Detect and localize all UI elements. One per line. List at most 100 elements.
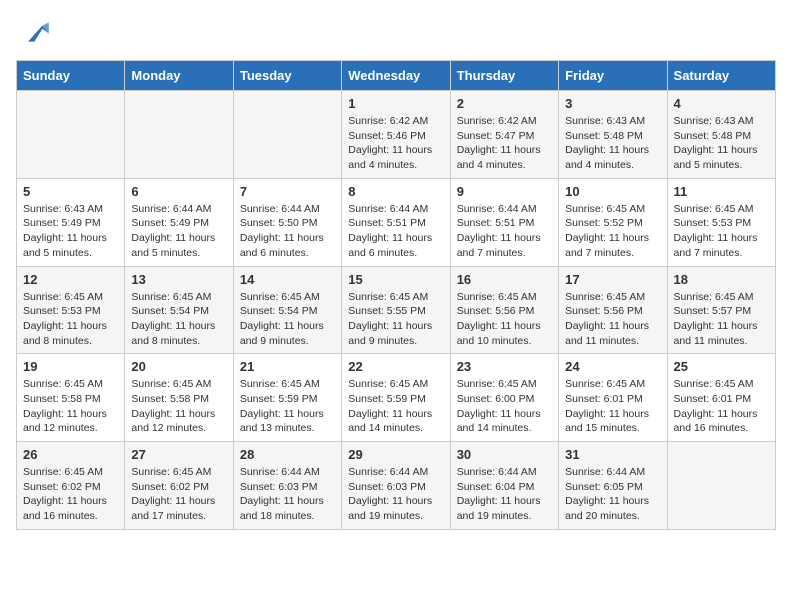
calendar-cell: 2Sunrise: 6:42 AM Sunset: 5:47 PM Daylig… (450, 91, 558, 179)
calendar-cell: 20 Sunrise: 6:45 AM Sunset: 5:58 PM Dayli… (125, 354, 233, 442)
calendar-cell: 8Sunrise: 6:44 AM Sunset: 5:51 PM Daylig… (342, 178, 450, 266)
day-content: Sunrise: 6:45 AM Sunset: 5:59 PM Dayligh… (348, 377, 443, 436)
day-content: Sunrise: 6:43 AM Sunset: 5:48 PM Dayligh… (565, 114, 660, 173)
day-number: 8 (348, 184, 443, 199)
day-number: 31 (565, 447, 660, 462)
calendar-cell: 19 Sunrise: 6:45 AM Sunset: 5:58 PM Dayli… (17, 354, 125, 442)
day-number: 15 (348, 272, 443, 287)
calendar-week-row: 12 Sunrise: 6:45 AM Sunset: 5:53 PM Dayli… (17, 266, 776, 354)
calendar-cell: 11 Sunrise: 6:45 AM Sunset: 5:53 PM Dayli… (667, 178, 775, 266)
calendar-cell: 18 Sunrise: 6:45 AM Sunset: 5:57 PM Dayli… (667, 266, 775, 354)
calendar-cell: 25Sunrise: 6:45 AM Sunset: 6:01 PM Dayli… (667, 354, 775, 442)
day-number: 1 (348, 96, 443, 111)
calendar-cell: 17 Sunrise: 6:45 AM Sunset: 5:56 PM Dayli… (559, 266, 667, 354)
day-header-monday: Monday (125, 61, 233, 91)
calendar-cell: 23Sunrise: 6:45 AM Sunset: 6:00 PM Dayli… (450, 354, 558, 442)
calendar-cell: 16 Sunrise: 6:45 AM Sunset: 5:56 PM Dayli… (450, 266, 558, 354)
day-number: 11 (674, 184, 769, 199)
day-content: Sunrise: 6:45 AM Sunset: 6:00 PM Dayligh… (457, 377, 552, 436)
calendar-cell: 6 Sunrise: 6:44 AM Sunset: 5:49 PM Daylig… (125, 178, 233, 266)
calendar-cell: 10 Sunrise: 6:45 AM Sunset: 5:52 PM Dayli… (559, 178, 667, 266)
calendar-cell: 4 Sunrise: 6:43 AM Sunset: 5:48 PM Daylig… (667, 91, 775, 179)
day-content: Sunrise: 6:45 AM Sunset: 5:52 PM Dayligh… (565, 202, 660, 261)
day-number: 10 (565, 184, 660, 199)
day-content: Sunrise: 6:44 AM Sunset: 6:04 PM Dayligh… (457, 465, 552, 524)
calendar-cell: 30 Sunrise: 6:44 AM Sunset: 6:04 PM Dayli… (450, 442, 558, 530)
day-content: Sunrise: 6:45 AM Sunset: 5:53 PM Dayligh… (674, 202, 769, 261)
logo-icon (20, 16, 52, 48)
day-content: Sunrise: 6:44 AM Sunset: 6:03 PM Dayligh… (348, 465, 443, 524)
day-number: 3 (565, 96, 660, 111)
logo (16, 16, 52, 48)
day-header-tuesday: Tuesday (233, 61, 341, 91)
calendar-cell (233, 91, 341, 179)
day-content: Sunrise: 6:43 AM Sunset: 5:49 PM Dayligh… (23, 202, 118, 261)
day-content: Sunrise: 6:45 AM Sunset: 5:56 PM Dayligh… (457, 290, 552, 349)
day-number: 25 (674, 359, 769, 374)
calendar-cell: 21 Sunrise: 6:45 AM Sunset: 5:59 PM Dayli… (233, 354, 341, 442)
day-header-sunday: Sunday (17, 61, 125, 91)
calendar-cell: 12 Sunrise: 6:45 AM Sunset: 5:53 PM Dayli… (17, 266, 125, 354)
calendar-cell: 26 Sunrise: 6:45 AM Sunset: 6:02 PM Dayli… (17, 442, 125, 530)
calendar-week-row: 26 Sunrise: 6:45 AM Sunset: 6:02 PM Dayli… (17, 442, 776, 530)
day-number: 5 (23, 184, 118, 199)
day-content: Sunrise: 6:45 AM Sunset: 5:55 PM Dayligh… (348, 290, 443, 349)
day-number: 26 (23, 447, 118, 462)
day-content: Sunrise: 6:45 AM Sunset: 5:53 PM Dayligh… (23, 290, 118, 349)
day-content: Sunrise: 6:45 AM Sunset: 6:02 PM Dayligh… (23, 465, 118, 524)
day-content: Sunrise: 6:44 AM Sunset: 5:49 PM Dayligh… (131, 202, 226, 261)
day-number: 7 (240, 184, 335, 199)
day-number: 6 (131, 184, 226, 199)
day-content: Sunrise: 6:44 AM Sunset: 5:50 PM Dayligh… (240, 202, 335, 261)
day-number: 14 (240, 272, 335, 287)
calendar-cell: 9Sunrise: 6:44 AM Sunset: 5:51 PM Daylig… (450, 178, 558, 266)
calendar-cell: 14Sunrise: 6:45 AM Sunset: 5:54 PM Dayli… (233, 266, 341, 354)
day-number: 16 (457, 272, 552, 287)
day-content: Sunrise: 6:45 AM Sunset: 5:56 PM Dayligh… (565, 290, 660, 349)
calendar-header-row: SundayMondayTuesdayWednesdayThursdayFrid… (17, 61, 776, 91)
day-number: 12 (23, 272, 118, 287)
day-content: Sunrise: 6:45 AM Sunset: 5:58 PM Dayligh… (131, 377, 226, 436)
calendar-cell: 5 Sunrise: 6:43 AM Sunset: 5:49 PM Daylig… (17, 178, 125, 266)
day-number: 20 (131, 359, 226, 374)
day-number: 18 (674, 272, 769, 287)
day-number: 28 (240, 447, 335, 462)
day-number: 2 (457, 96, 552, 111)
day-number: 29 (348, 447, 443, 462)
day-number: 9 (457, 184, 552, 199)
day-header-wednesday: Wednesday (342, 61, 450, 91)
day-header-friday: Friday (559, 61, 667, 91)
day-number: 24 (565, 359, 660, 374)
day-number: 30 (457, 447, 552, 462)
page-header (16, 16, 776, 48)
day-content: Sunrise: 6:42 AM Sunset: 5:46 PM Dayligh… (348, 114, 443, 173)
calendar-cell (17, 91, 125, 179)
day-content: Sunrise: 6:45 AM Sunset: 5:58 PM Dayligh… (23, 377, 118, 436)
calendar-cell: 24 Sunrise: 6:45 AM Sunset: 6:01 PM Dayli… (559, 354, 667, 442)
day-number: 21 (240, 359, 335, 374)
calendar-week-row: 1 Sunrise: 6:42 AM Sunset: 5:46 PM Daylig… (17, 91, 776, 179)
day-content: Sunrise: 6:45 AM Sunset: 5:57 PM Dayligh… (674, 290, 769, 349)
calendar-cell: 7 Sunrise: 6:44 AM Sunset: 5:50 PM Daylig… (233, 178, 341, 266)
calendar-cell (125, 91, 233, 179)
day-number: 19 (23, 359, 118, 374)
calendar-cell: 28Sunrise: 6:44 AM Sunset: 6:03 PM Dayli… (233, 442, 341, 530)
calendar-cell: 15 Sunrise: 6:45 AM Sunset: 5:55 PM Dayli… (342, 266, 450, 354)
day-number: 13 (131, 272, 226, 287)
day-number: 4 (674, 96, 769, 111)
calendar-cell: 29 Sunrise: 6:44 AM Sunset: 6:03 PM Dayli… (342, 442, 450, 530)
calendar-cell: 22 Sunrise: 6:45 AM Sunset: 5:59 PM Dayli… (342, 354, 450, 442)
calendar-table: SundayMondayTuesdayWednesdayThursdayFrid… (16, 60, 776, 530)
day-number: 17 (565, 272, 660, 287)
day-content: Sunrise: 6:45 AM Sunset: 5:54 PM Dayligh… (131, 290, 226, 349)
calendar-cell: 3 Sunrise: 6:43 AM Sunset: 5:48 PM Daylig… (559, 91, 667, 179)
day-content: Sunrise: 6:43 AM Sunset: 5:48 PM Dayligh… (674, 114, 769, 173)
day-number: 27 (131, 447, 226, 462)
day-content: Sunrise: 6:45 AM Sunset: 6:01 PM Dayligh… (565, 377, 660, 436)
day-number: 22 (348, 359, 443, 374)
calendar-cell: 27Sunrise: 6:45 AM Sunset: 6:02 PM Dayli… (125, 442, 233, 530)
calendar-week-row: 19 Sunrise: 6:45 AM Sunset: 5:58 PM Dayli… (17, 354, 776, 442)
day-content: Sunrise: 6:45 AM Sunset: 5:59 PM Dayligh… (240, 377, 335, 436)
day-content: Sunrise: 6:44 AM Sunset: 6:05 PM Dayligh… (565, 465, 660, 524)
calendar-week-row: 5 Sunrise: 6:43 AM Sunset: 5:49 PM Daylig… (17, 178, 776, 266)
